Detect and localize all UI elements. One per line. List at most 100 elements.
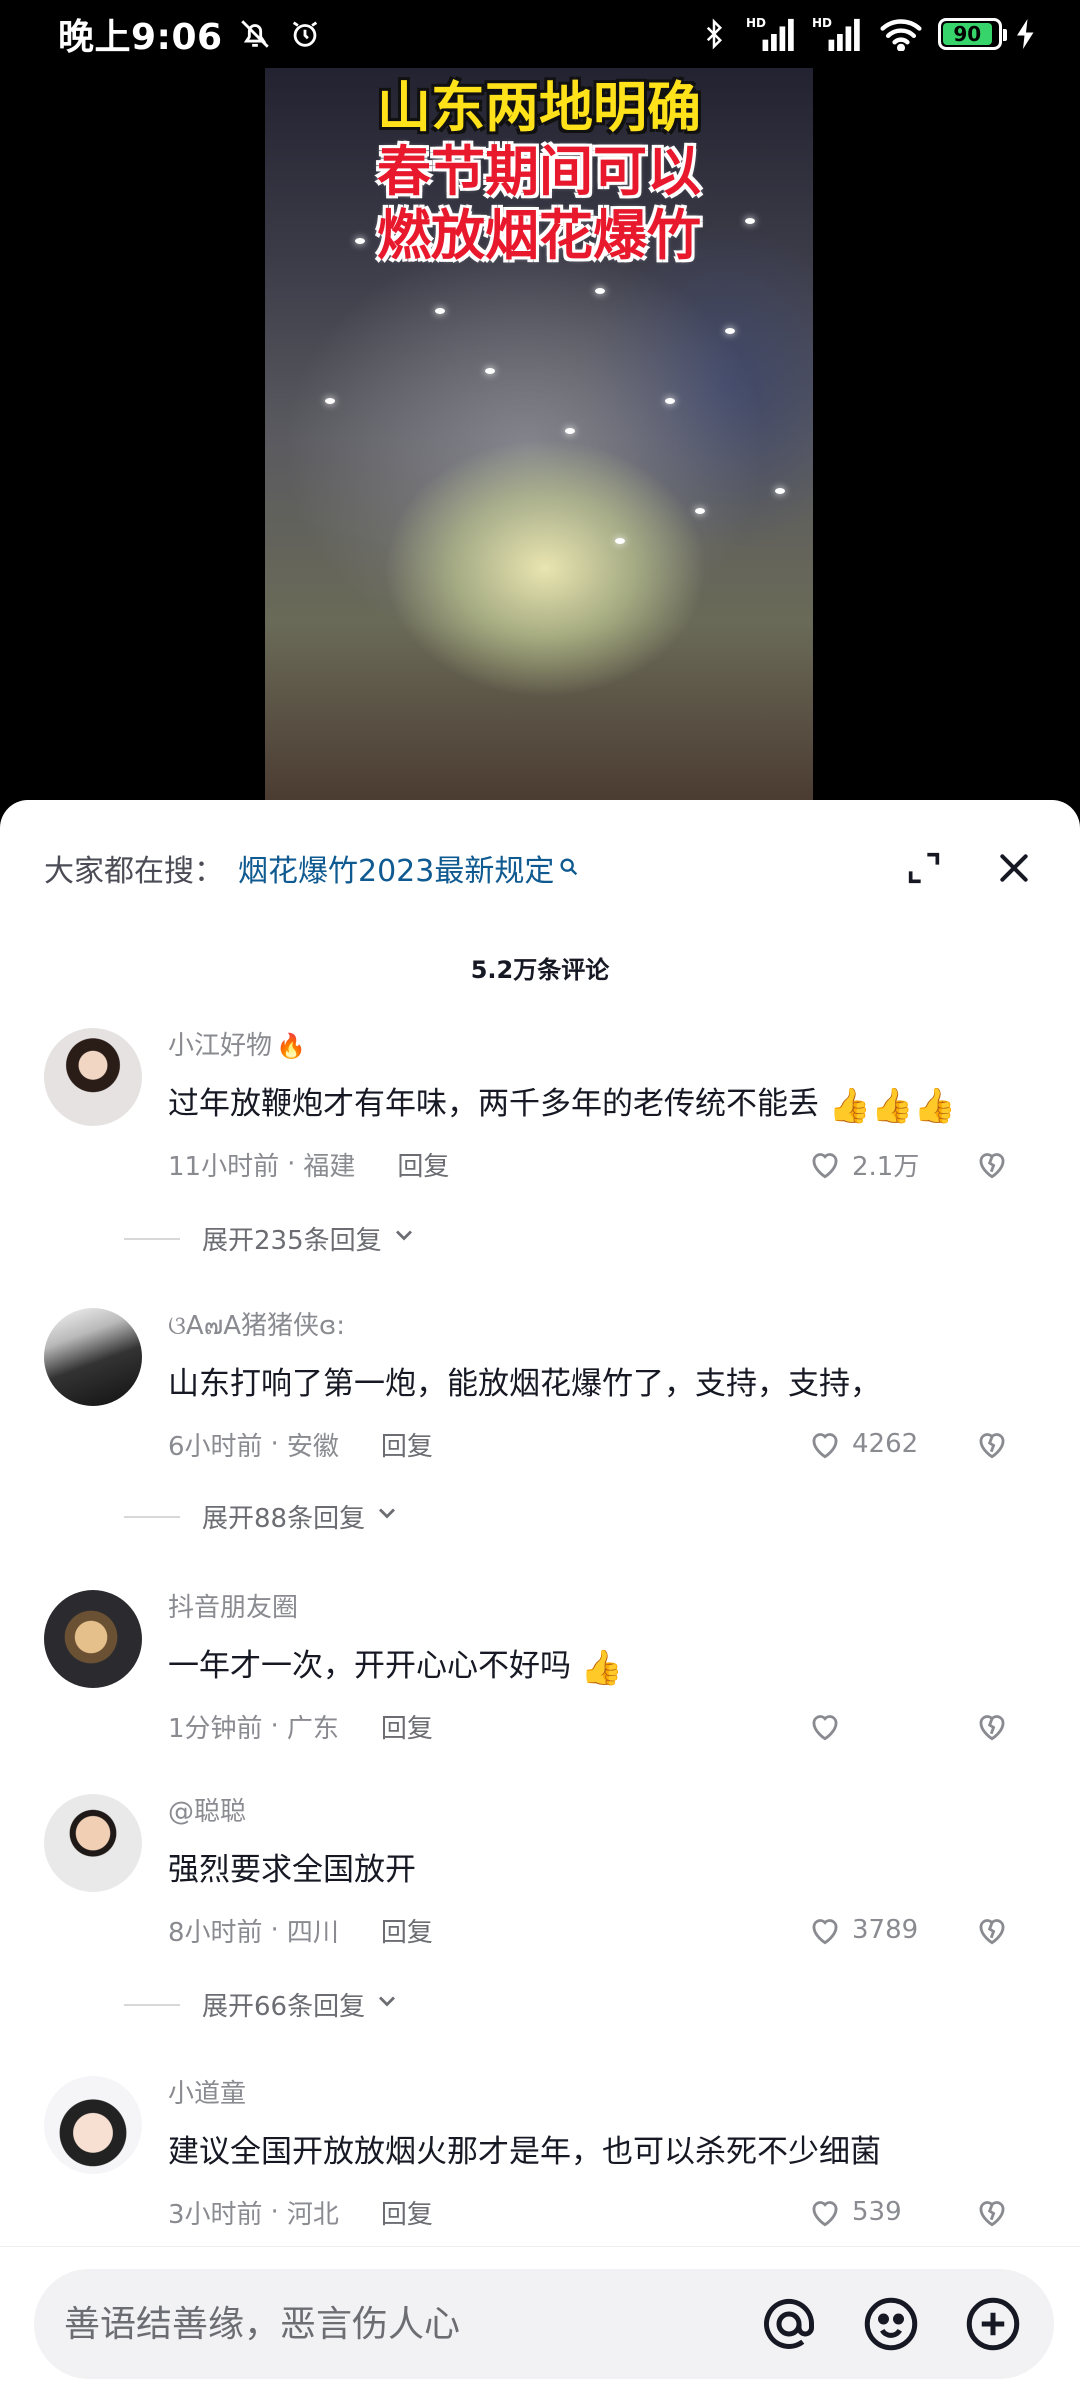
dislike-button[interactable] [972, 1911, 1012, 1949]
comment-input-container[interactable] [34, 2269, 1054, 2379]
like-button[interactable]: 539 [806, 2193, 922, 2231]
comment-meta: 1分钟前 · 广东 回复 [168, 1706, 1036, 1746]
trending-search-link[interactable]: 烟花爆竹2023最新规定 [238, 846, 580, 890]
signal-icon: HD [812, 16, 864, 52]
comment-text-body: 一年才一次，开开心心不好吗 [168, 1648, 571, 1684]
comment-username-text[interactable]: 小道童 [168, 2076, 246, 2112]
comment-input[interactable] [64, 2303, 758, 2345]
comment-location: 安徽 [286, 1431, 339, 1462]
expand-replies[interactable]: 展开66条回复 [124, 1986, 401, 2023]
comment-sheet: 大家都在搜： 烟花爆竹2023最新规定 5.2万条评论 小江好物 🔥 过年放鞭炮… [0, 800, 1080, 2400]
like-button[interactable]: 2.1万 [806, 1145, 922, 1183]
add-icon [966, 2297, 1020, 2351]
comment-time: 11小时前 [168, 1151, 280, 1182]
avatar[interactable] [44, 2076, 142, 2174]
search-icon [558, 851, 580, 886]
dislike-button[interactable] [972, 1707, 1012, 1745]
add-button[interactable] [962, 2293, 1024, 2355]
comment-meta: 3小时前 · 河北 回复 539 [168, 2192, 1036, 2232]
thumbs-up-icon: 👍 [871, 1085, 914, 1126]
broken-heart-icon [979, 1715, 1005, 1741]
headline-line-2: 春节期间可以 [377, 140, 701, 203]
trending-search-query[interactable]: 烟花爆竹2023最新规定 [238, 846, 554, 890]
comment-time: 3小时前 [168, 2199, 263, 2230]
mute-icon [237, 16, 273, 52]
avatar[interactable] [44, 1028, 142, 1126]
comment-username[interactable]: @聪聪 [168, 1794, 1036, 1830]
comment-meta: 11小时前 · 福建 回复 2.1万 [168, 1144, 1036, 1184]
comment-location: 河北 [286, 2199, 339, 2230]
bluetooth-icon [696, 16, 732, 52]
headline-line-1: 山东两地明确 [377, 76, 701, 139]
expand-replies[interactable]: 展开88条回复 [124, 1498, 401, 1535]
at-icon [764, 2298, 814, 2349]
comment-text-body: 强烈要求全国放开 [168, 1852, 416, 1888]
thumbs-up-icon: 👍 [580, 1647, 624, 1688]
video-frame[interactable]: 山东两地明确 春节期间可以 燃放烟花爆竹 [265, 68, 813, 808]
reply-button[interactable]: 回复 [381, 2194, 433, 2231]
comment-text: 强烈要求全国放开 [168, 1848, 1036, 1892]
comment-time: 6小时前 [168, 1431, 263, 1462]
comment-text: 山东打响了第一炮，能放烟花爆竹了，支持，支持， [168, 1362, 1036, 1406]
like-button[interactable]: 4262 [806, 1425, 922, 1463]
battery-icon: 90 [938, 18, 1007, 50]
expand-icon [908, 852, 940, 884]
comment-username-text[interactable]: ଓA๗A猪猪侠ɞ: [168, 1308, 345, 1344]
hd-label: HD [812, 16, 833, 30]
heart-icon [812, 2201, 838, 2227]
reply-button[interactable]: 回复 [381, 1708, 433, 1745]
video-player[interactable]: 山东两地明确 春节期间可以 燃放烟花爆竹 [0, 68, 1080, 808]
heart-icon [812, 1715, 838, 1741]
close-button[interactable] [992, 846, 1036, 890]
comment-username-text[interactable]: @聪聪 [168, 1794, 246, 1830]
avatar[interactable] [44, 1794, 142, 1892]
comment-username-text[interactable]: 小江好物 [168, 1028, 272, 1064]
heart-icon [812, 1433, 838, 1459]
dislike-button[interactable] [972, 1145, 1012, 1183]
expand-replies-label[interactable]: 展开66条回复 [202, 1986, 365, 2023]
like-button[interactable] [806, 1707, 922, 1745]
dislike-button[interactable] [972, 2193, 1012, 2231]
wifi-icon [878, 16, 924, 52]
comment-username[interactable]: ଓA๗A猪猪侠ɞ: [168, 1308, 1036, 1344]
avatar[interactable] [44, 1308, 142, 1406]
heart-icon [812, 1153, 838, 1179]
thumbs-up-icon: 👍 [913, 1085, 956, 1126]
comment-text: 过年放鞭炮才有年味，两千多年的老传统不能丢 👍👍👍 [168, 1082, 1036, 1126]
like-count: 539 [852, 2197, 902, 2227]
alarm-icon [287, 16, 323, 52]
like-button[interactable]: 3789 [806, 1911, 922, 1949]
comment-meta: 6小时前 · 安徽 回复 4262 [168, 1424, 1036, 1464]
battery-level: 90 [943, 22, 992, 46]
expand-replies[interactable]: 展开235条回复 [124, 1220, 418, 1257]
avatar[interactable] [44, 1590, 142, 1688]
charging-icon [1016, 16, 1036, 52]
close-icon [1000, 854, 1028, 882]
thumbs-up-icon: 👍 [828, 1085, 872, 1126]
comment-location: 福建 [303, 1151, 356, 1182]
comment-item: 抖音朋友圈 一年才一次，开开心心不好吗 👍 1分钟前 · 广东 回复 [44, 1590, 1036, 1744]
comment-username[interactable]: 抖音朋友圈 [168, 1590, 1036, 1626]
comment-item: 小道童 建议全国开放放烟火那才是年，也可以杀死不少细菌 3小时前 · 河北 回复… [44, 2076, 1036, 2230]
video-headline: 山东两地明确 春节期间可以 燃放烟花爆竹 [265, 76, 813, 268]
comment-meta: 8小时前 · 四川 回复 3789 [168, 1910, 1036, 1950]
trending-search-row: 大家都在搜： 烟花爆竹2023最新规定 [44, 840, 1036, 896]
comment-username[interactable]: 小江好物 🔥 [168, 1028, 1036, 1064]
dislike-button[interactable] [972, 1425, 1012, 1463]
comment-text-body: 山东打响了第一炮，能放烟花爆竹了，支持，支持， [168, 1366, 881, 1402]
expand-button[interactable] [902, 846, 946, 890]
comment-text-body: 建议全国开放放烟火那才是年，也可以杀死不少细菌 [168, 2134, 881, 2170]
comment-item: 小江好物 🔥 过年放鞭炮才有年味，两千多年的老传统不能丢 👍👍👍 11小时前 ·… [44, 1028, 1036, 1182]
broken-heart-icon [979, 1153, 1005, 1179]
mention-button[interactable] [758, 2293, 820, 2355]
expand-replies-label[interactable]: 展开235条回复 [202, 1220, 382, 1257]
signal-icon: HD [746, 16, 798, 52]
reply-button[interactable]: 回复 [381, 1912, 433, 1949]
comment-username-text[interactable]: 抖音朋友圈 [168, 1590, 298, 1626]
broken-heart-icon [979, 1433, 1005, 1459]
expand-replies-label[interactable]: 展开88条回复 [202, 1498, 365, 1535]
comment-username[interactable]: 小道童 [168, 2076, 1036, 2112]
emoji-button[interactable] [860, 2293, 922, 2355]
reply-button[interactable]: 回复 [397, 1146, 449, 1183]
reply-button[interactable]: 回复 [381, 1426, 433, 1463]
